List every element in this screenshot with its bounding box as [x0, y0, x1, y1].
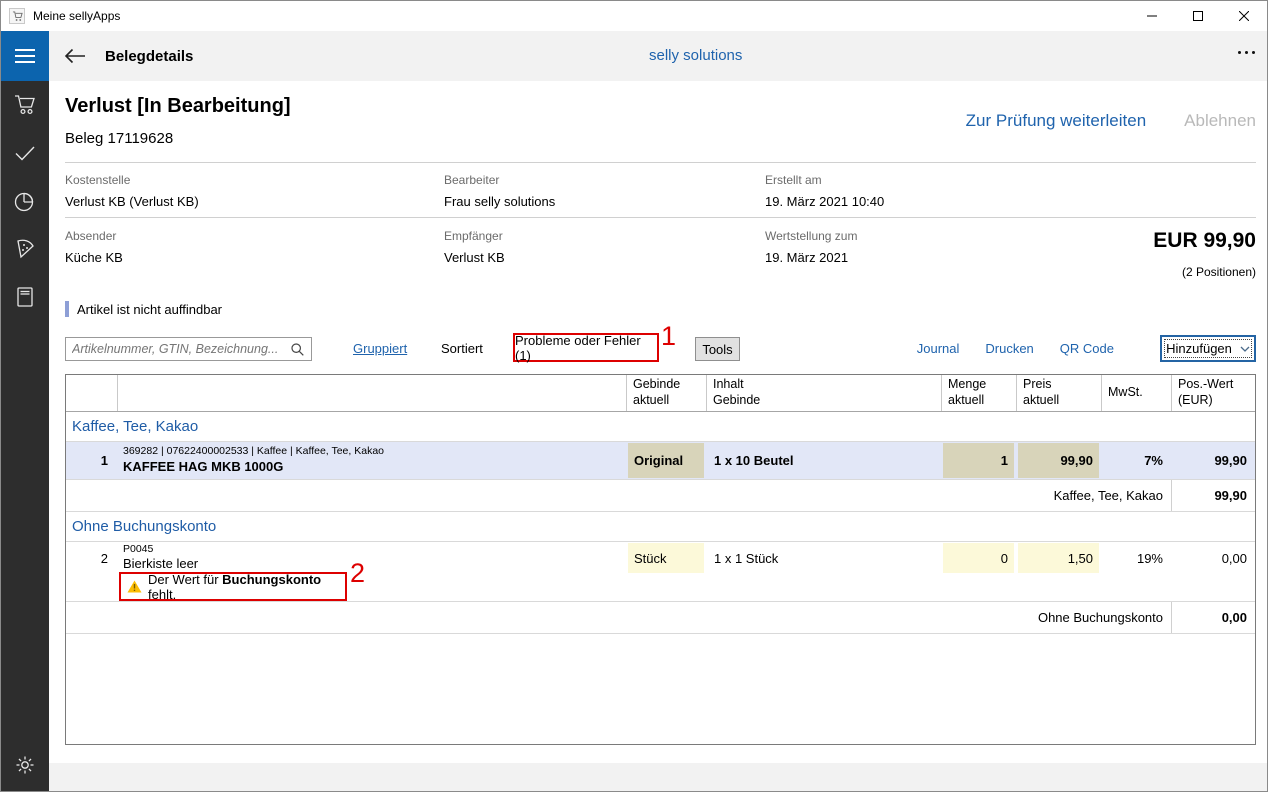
journal-link[interactable]: Journal	[917, 341, 960, 356]
annotation-marker-2: 2	[350, 560, 365, 587]
field-erstellt-am: Erstellt am 19. März 2021 10:40	[765, 173, 884, 209]
close-icon[interactable]	[1221, 1, 1267, 31]
book-icon[interactable]	[1, 273, 49, 321]
annotation-box-1: Probleme oder Fehler (1)	[513, 333, 659, 362]
table-row[interactable]: 1 369282 | 07622400002533 | Kaffee | Kaf…	[66, 442, 1255, 480]
inhalt-cell: 1 x 1 Stück	[706, 542, 941, 574]
bottom-strip	[49, 763, 1268, 792]
preis-cell[interactable]: 1,50	[1016, 542, 1101, 574]
total-amount: EUR 99,90	[1153, 229, 1256, 253]
col-menge-aktuell: Menge aktuell	[941, 375, 1016, 411]
mwst-cell: 19%	[1101, 542, 1171, 574]
app-center-title: selly solutions	[649, 47, 742, 64]
field-kostenstelle: Kostenstelle Verlust KB (Verlust KB)	[65, 173, 199, 209]
subtotal-row-kaffee: Kaffee, Tee, Kakao 99,90	[66, 480, 1255, 512]
mwst-cell: 7%	[1101, 442, 1171, 479]
app-header: Belegdetails selly solutions	[49, 31, 1268, 81]
article-cell: 369282 | 07622400002533 | Kaffee | Kaffe…	[117, 442, 626, 479]
preis-cell[interactable]: 99,90	[1016, 442, 1101, 479]
pizza-icon[interactable]	[1, 225, 49, 273]
field-wertstellung: Wertstellung zum 19. März 2021	[765, 229, 857, 265]
gear-icon[interactable]	[1, 741, 49, 789]
probleme-oder-fehler-link[interactable]: Probleme oder Fehler (1)	[515, 333, 657, 363]
reject-link[interactable]: Ablehnen	[1184, 111, 1256, 131]
ellipsis-icon[interactable]	[1238, 51, 1255, 54]
warning-text: Der Wert für Buchungskonto fehlt.	[148, 572, 345, 602]
hinzufuegen-button[interactable]: Hinzufügen	[1160, 335, 1256, 362]
col-preis-aktuell: Preis aktuell	[1016, 375, 1101, 411]
minimize-icon[interactable]	[1129, 1, 1175, 31]
legend-color-bar	[65, 301, 69, 317]
app-window: Meine sellyApps Belegdetails selly solut…	[0, 0, 1268, 792]
article-cell: P0045 Bierkiste leer	[117, 542, 626, 574]
annotation-marker-1: 1	[661, 323, 676, 350]
back-arrow-icon[interactable]	[61, 43, 89, 69]
hamburger-icon[interactable]	[1, 31, 49, 81]
warning-triangle-icon	[127, 580, 142, 593]
divider	[65, 217, 1256, 218]
pos-wert-cell: 99,90	[1171, 442, 1255, 479]
col-inhalt-gebinde: Inhalt Gebinde	[706, 375, 941, 411]
window-controls	[1129, 1, 1267, 31]
pos-wert-cell: 0,00	[1171, 542, 1255, 574]
warning-row: Der Wert für Buchungskonto fehlt. 2	[66, 574, 1255, 602]
pie-chart-icon[interactable]	[1, 177, 49, 225]
menge-cell[interactable]: 0	[941, 542, 1016, 574]
search-box	[65, 337, 312, 361]
search-input[interactable]	[66, 342, 284, 356]
legend-article-not-found: Artikel ist nicht auffindbar	[65, 301, 222, 317]
subtotal-row-ohne-buchungskonto: Ohne Buchungskonto 0,00	[66, 602, 1255, 634]
sidebar	[1, 81, 49, 792]
main-content: Verlust [In Bearbeitung] Beleg 17119628 …	[49, 81, 1268, 763]
total-positions: (2 Positionen)	[1182, 265, 1256, 279]
gebinde-cell[interactable]: Original	[626, 442, 706, 479]
group-header-kaffee[interactable]: Kaffee, Tee, Kakao	[66, 412, 1255, 442]
field-empfaenger: Empfänger Verlust KB	[444, 229, 505, 265]
cart-icon[interactable]	[1, 81, 49, 129]
title-bar: Meine sellyApps	[1, 1, 1267, 31]
page-title: Belegdetails	[105, 48, 193, 65]
inhalt-cell: 1 x 10 Beutel	[706, 442, 941, 479]
document-title: Verlust [In Bearbeitung]	[65, 95, 291, 118]
annotation-box-2: Der Wert für Buchungskonto fehlt.	[119, 572, 347, 601]
field-absender: Absender Küche KB	[65, 229, 123, 265]
check-icon[interactable]	[1, 129, 49, 177]
positions-table: Gebinde aktuell Inhalt Gebinde Menge akt…	[65, 374, 1256, 745]
drucken-link[interactable]: Drucken	[985, 341, 1033, 356]
qr-code-link[interactable]: QR Code	[1060, 341, 1114, 356]
window-app-icon	[9, 8, 25, 24]
field-bearbeiter: Bearbeiter Frau selly solutions	[444, 173, 555, 209]
divider	[65, 162, 1256, 163]
maximize-icon[interactable]	[1175, 1, 1221, 31]
document-number: Beleg 17119628	[65, 130, 173, 147]
sortiert-link[interactable]: Sortiert	[441, 341, 483, 356]
menge-cell[interactable]: 1	[941, 442, 1016, 479]
window-title: Meine sellyApps	[33, 9, 120, 23]
table-row[interactable]: 2 P0045 Bierkiste leer Stück 1 x 1 Stück…	[66, 542, 1255, 574]
search-icon[interactable]	[284, 343, 311, 356]
gruppiert-link[interactable]: Gruppiert	[353, 341, 407, 356]
table-header-row: Gebinde aktuell Inhalt Gebinde Menge akt…	[66, 375, 1255, 412]
gebinde-cell[interactable]: Stück	[626, 542, 706, 574]
col-gebinde-aktuell: Gebinde aktuell	[626, 375, 706, 411]
group-header-ohne-buchungskonto[interactable]: Ohne Buchungskonto	[66, 512, 1255, 542]
forward-for-review-link[interactable]: Zur Prüfung weiterleiten	[966, 111, 1146, 131]
col-pos-wert: Pos.-Wert (EUR)	[1171, 375, 1255, 411]
tools-button[interactable]: Tools	[695, 337, 740, 361]
chevron-down-icon	[1240, 346, 1250, 352]
col-mwst: MwSt.	[1101, 375, 1171, 411]
